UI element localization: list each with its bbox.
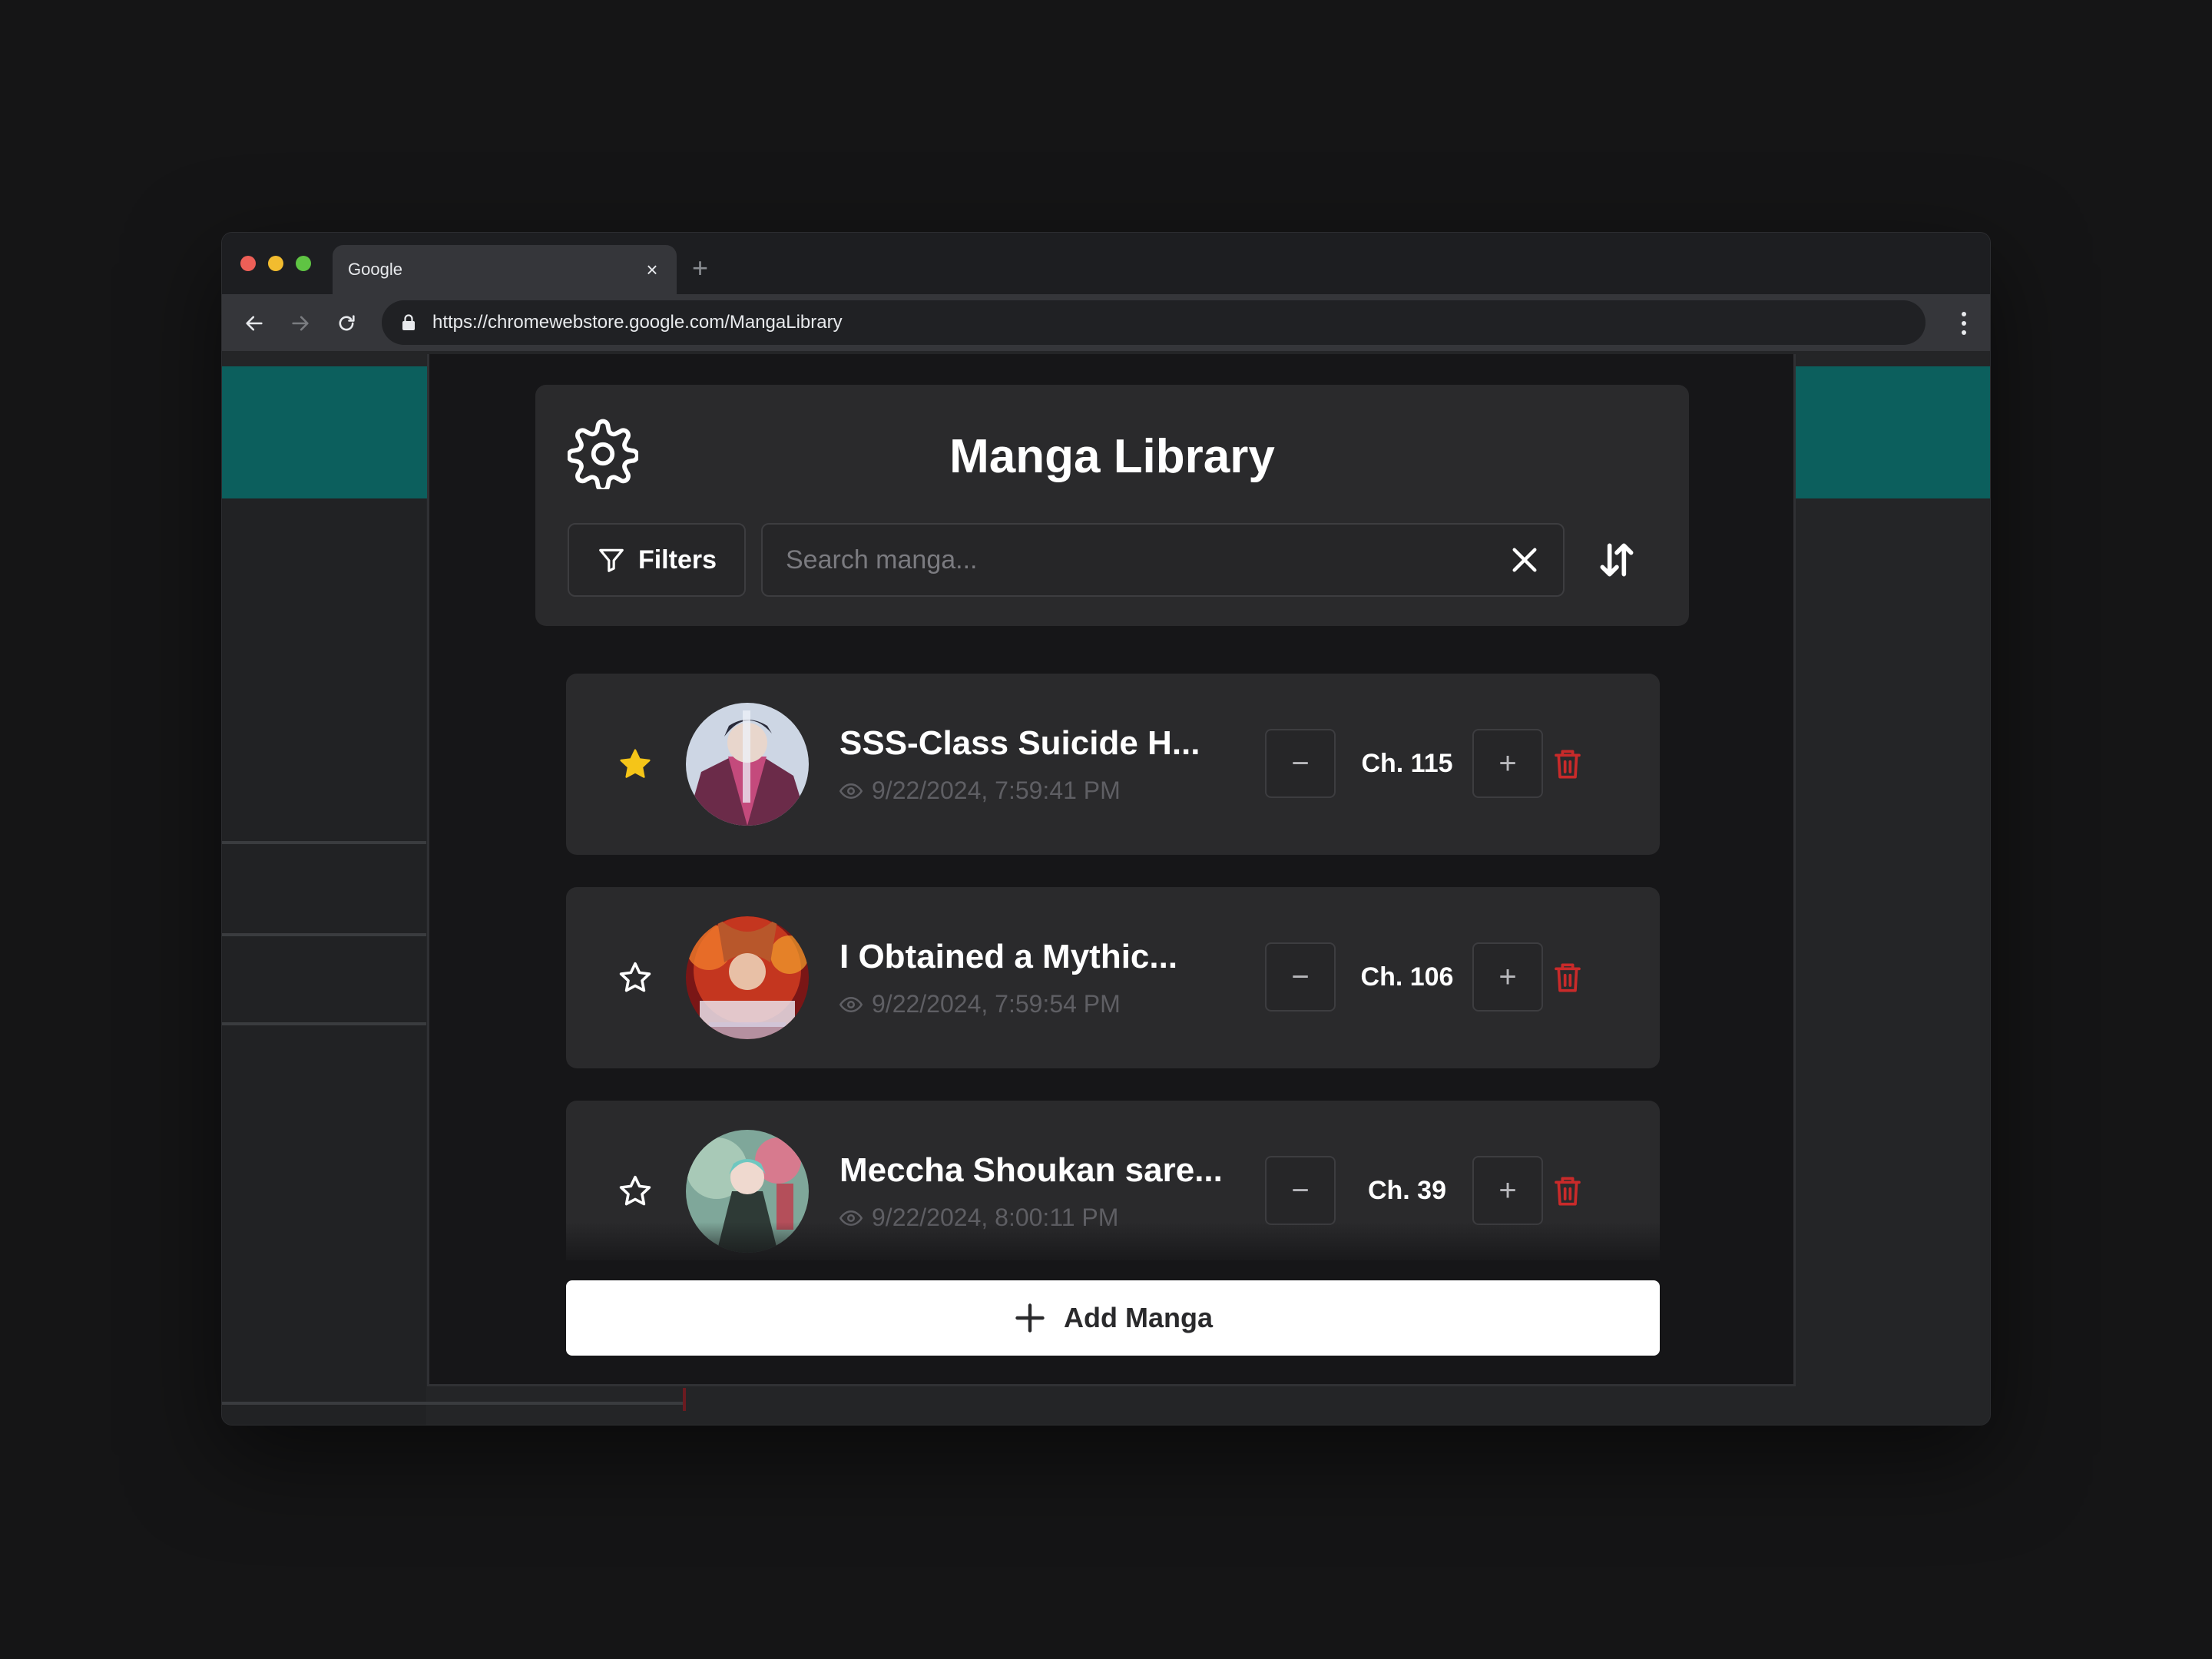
manga-title[interactable]: SSS-Class Suicide H... [839,724,1200,763]
search-input[interactable] [763,525,1500,595]
search-box [761,523,1565,597]
divider [683,1388,686,1411]
filters-button[interactable]: Filters [568,523,746,597]
sort-order-icon[interactable] [1595,538,1638,581]
browser-window: Google × + https://chromewebstore.google… [221,232,1991,1426]
favorite-star-outline-icon[interactable] [617,1173,654,1210]
reload-icon [339,315,355,331]
decrement-chapter-button[interactable]: − [1265,942,1336,1012]
eye-icon [839,996,863,1012]
arrow-right-icon [292,316,309,331]
increment-chapter-button[interactable]: + [1472,729,1543,798]
tab-close-icon[interactable]: × [641,258,663,282]
manga-card: Meccha Shoukan sare... 9/22/2024, 8:00:1… [566,1101,1660,1260]
window-controls [240,256,311,271]
eye-icon [839,783,863,799]
favorite-star-outline-icon[interactable] [617,959,654,996]
web-page: Manga Library Filters Search manga... SS… [222,351,1990,1425]
maximize-window-button[interactable] [296,256,311,271]
minimize-window-button[interactable] [268,256,283,271]
browser-toolbar: https://chromewebstore.google.com/MangaL… [222,294,1990,351]
manga-cover-image [686,1130,809,1253]
last-read-timestamp: 9/22/2024, 8:00:11 PM [872,1204,1119,1231]
manga-card: SSS-Class Suicide H... 9/22/2024, 7:59:4… [566,674,1660,855]
manga-cover-image [686,703,809,826]
tab-bar: Google × + [222,233,1990,294]
clear-search-icon[interactable] [1509,545,1540,575]
address-bar[interactable]: https://chromewebstore.google.com/MangaL… [382,300,1926,345]
trash-icon[interactable] [1552,961,1583,995]
divider [222,1402,683,1405]
eye-icon [839,1210,863,1226]
browser-menu-icon[interactable] [1958,308,1970,339]
last-read-timestamp: 9/22/2024, 7:59:41 PM [872,777,1121,804]
chapter-number: Ch. 39 [1367,1176,1447,1205]
manga-last-read: 9/22/2024, 8:00:11 PM [839,1204,1118,1232]
app-title: Manga Library [949,430,1275,483]
divider [222,1022,426,1025]
divider [222,841,426,844]
divider [222,933,426,936]
plus-icon [1015,1303,1045,1333]
chapter-number: Ch. 115 [1361,749,1453,778]
trash-icon[interactable] [1552,747,1583,781]
last-read-timestamp: 9/22/2024, 7:59:54 PM [872,990,1121,1018]
page-sidebar [222,498,426,1425]
manga-last-read: 9/22/2024, 7:59:54 PM [839,990,1121,1018]
arrow-left-icon [246,316,263,331]
chapter-number: Ch. 106 [1360,962,1454,992]
increment-chapter-button[interactable]: + [1472,1156,1543,1225]
back-button[interactable] [239,308,270,339]
increment-chapter-button[interactable]: + [1472,942,1543,1012]
new-tab-button[interactable]: + [692,254,708,282]
filters-label: Filters [637,545,717,575]
manga-list: SSS-Class Suicide H... 9/22/2024, 7:59:4… [566,674,1660,1260]
manga-card: I Obtained a Mythic... 9/22/2024, 7:59:5… [566,887,1660,1068]
add-manga-label: Add Manga [1064,1302,1213,1333]
decrement-chapter-button[interactable]: − [1265,729,1336,798]
forward-button[interactable] [285,308,316,339]
favorite-star-filled-icon[interactable] [617,746,654,783]
add-manga-button[interactable]: Add Manga [566,1280,1660,1356]
browser-tab[interactable]: Google × [333,245,677,294]
reload-button[interactable] [331,308,362,339]
lock-icon [402,314,419,331]
manga-title[interactable]: Meccha Shoukan sare... [839,1151,1223,1190]
decrement-chapter-button[interactable]: − [1265,1156,1336,1225]
manga-title[interactable]: I Obtained a Mythic... [839,938,1177,976]
trash-icon[interactable] [1552,1174,1583,1208]
manga-library-popup: Manga Library Filters Search manga... SS… [427,354,1796,1386]
header-card: Manga Library Filters [535,385,1689,626]
filter-funnel-icon [599,548,624,572]
close-window-button[interactable] [240,256,256,271]
manga-cover-image [686,916,809,1039]
url-text: https://chromewebstore.google.com/MangaL… [432,312,843,333]
tab-title: Google [348,260,402,279]
manga-last-read: 9/22/2024, 7:59:41 PM [839,777,1121,805]
